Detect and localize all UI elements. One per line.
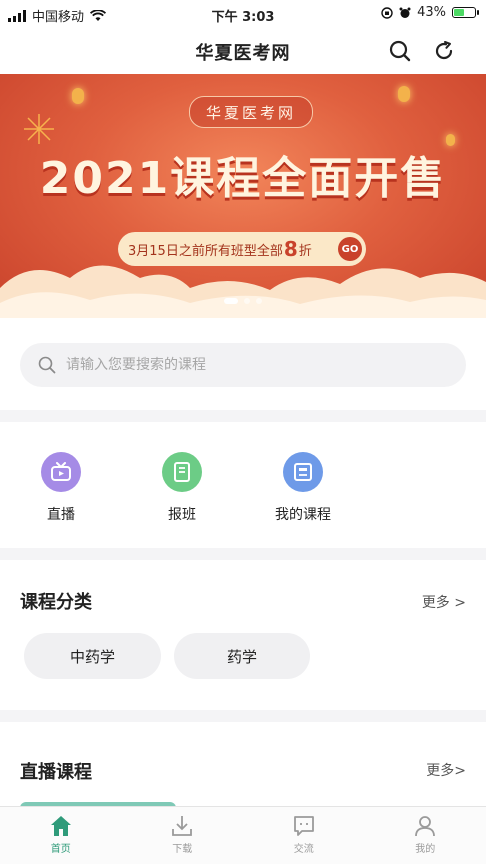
tab-chat[interactable]: 交流	[243, 807, 365, 864]
tab-label: 首页	[51, 840, 71, 855]
more-link[interactable]: 更多 >	[422, 592, 466, 612]
banner-headline: 2021课程全面开售	[0, 142, 486, 206]
quick-action-label: 直播	[16, 504, 106, 524]
quick-action-my-courses[interactable]: 我的课程	[258, 452, 348, 524]
search-bar[interactable]	[20, 343, 466, 387]
tv-icon	[41, 452, 81, 492]
search-button[interactable]	[386, 37, 414, 65]
firework-icon	[22, 112, 56, 146]
lantern-decoration	[72, 88, 84, 104]
carousel-dot[interactable]	[256, 298, 262, 304]
status-bar: 中国移动 下午 3:03 43%	[0, 0, 486, 28]
carousel-dot[interactable]	[244, 298, 250, 304]
tab-label: 我的	[415, 840, 435, 855]
tab-profile[interactable]: 我的	[365, 807, 486, 864]
tab-bar: 首页 下载 交流 我的	[0, 806, 486, 864]
cloud-decoration	[0, 248, 486, 318]
category-chip[interactable]: 药学	[174, 633, 310, 679]
section-title: 直播课程	[20, 758, 92, 784]
tab-label: 下载	[172, 840, 192, 855]
refresh-button[interactable]	[430, 37, 458, 65]
tab-download[interactable]: 下载	[122, 807, 244, 864]
quick-action-live[interactable]: 直播	[16, 452, 106, 524]
search-section	[0, 318, 486, 410]
quick-actions: 直播 报班 我的课程	[0, 422, 486, 548]
tab-label: 交流	[294, 840, 314, 855]
course-category-section: 课程分类 更多 > 中药学 药学	[0, 560, 486, 710]
navigation-bar: 华夏医考网	[0, 28, 486, 74]
tab-home[interactable]: 首页	[0, 807, 122, 864]
battery-icon	[452, 7, 476, 18]
home-icon	[49, 814, 73, 838]
banner-logo: 华夏医考网	[189, 96, 313, 128]
alarm-icon	[399, 7, 411, 19]
orientation-lock-icon	[381, 7, 393, 19]
refresh-icon	[433, 40, 455, 62]
more-link[interactable]: 更多>	[426, 760, 466, 780]
section-title: 课程分类	[20, 588, 92, 614]
download-icon	[170, 814, 194, 838]
search-icon	[389, 40, 411, 62]
quick-action-label: 报班	[137, 504, 227, 524]
quick-action-enroll[interactable]: 报班	[137, 452, 227, 524]
quick-action-label: 我的课程	[258, 504, 348, 524]
promo-banner[interactable]: 华夏医考网 2021课程全面开售 3月15日之前所有班型全部 8 折 GO	[0, 74, 486, 318]
user-icon	[413, 814, 437, 838]
category-chip[interactable]: 中药学	[24, 633, 161, 679]
search-icon	[38, 356, 56, 374]
book-icon	[162, 452, 202, 492]
chat-icon	[292, 814, 316, 838]
battery-percent: 43%	[417, 5, 446, 20]
carousel-dot[interactable]	[224, 298, 238, 304]
carousel-indicator[interactable]	[0, 298, 486, 304]
course-list-icon	[283, 452, 323, 492]
lantern-decoration	[398, 86, 410, 102]
search-input[interactable]	[64, 356, 448, 374]
status-right: 43%	[381, 5, 476, 20]
live-courses-section: 直播课程 更多>	[0, 722, 486, 812]
